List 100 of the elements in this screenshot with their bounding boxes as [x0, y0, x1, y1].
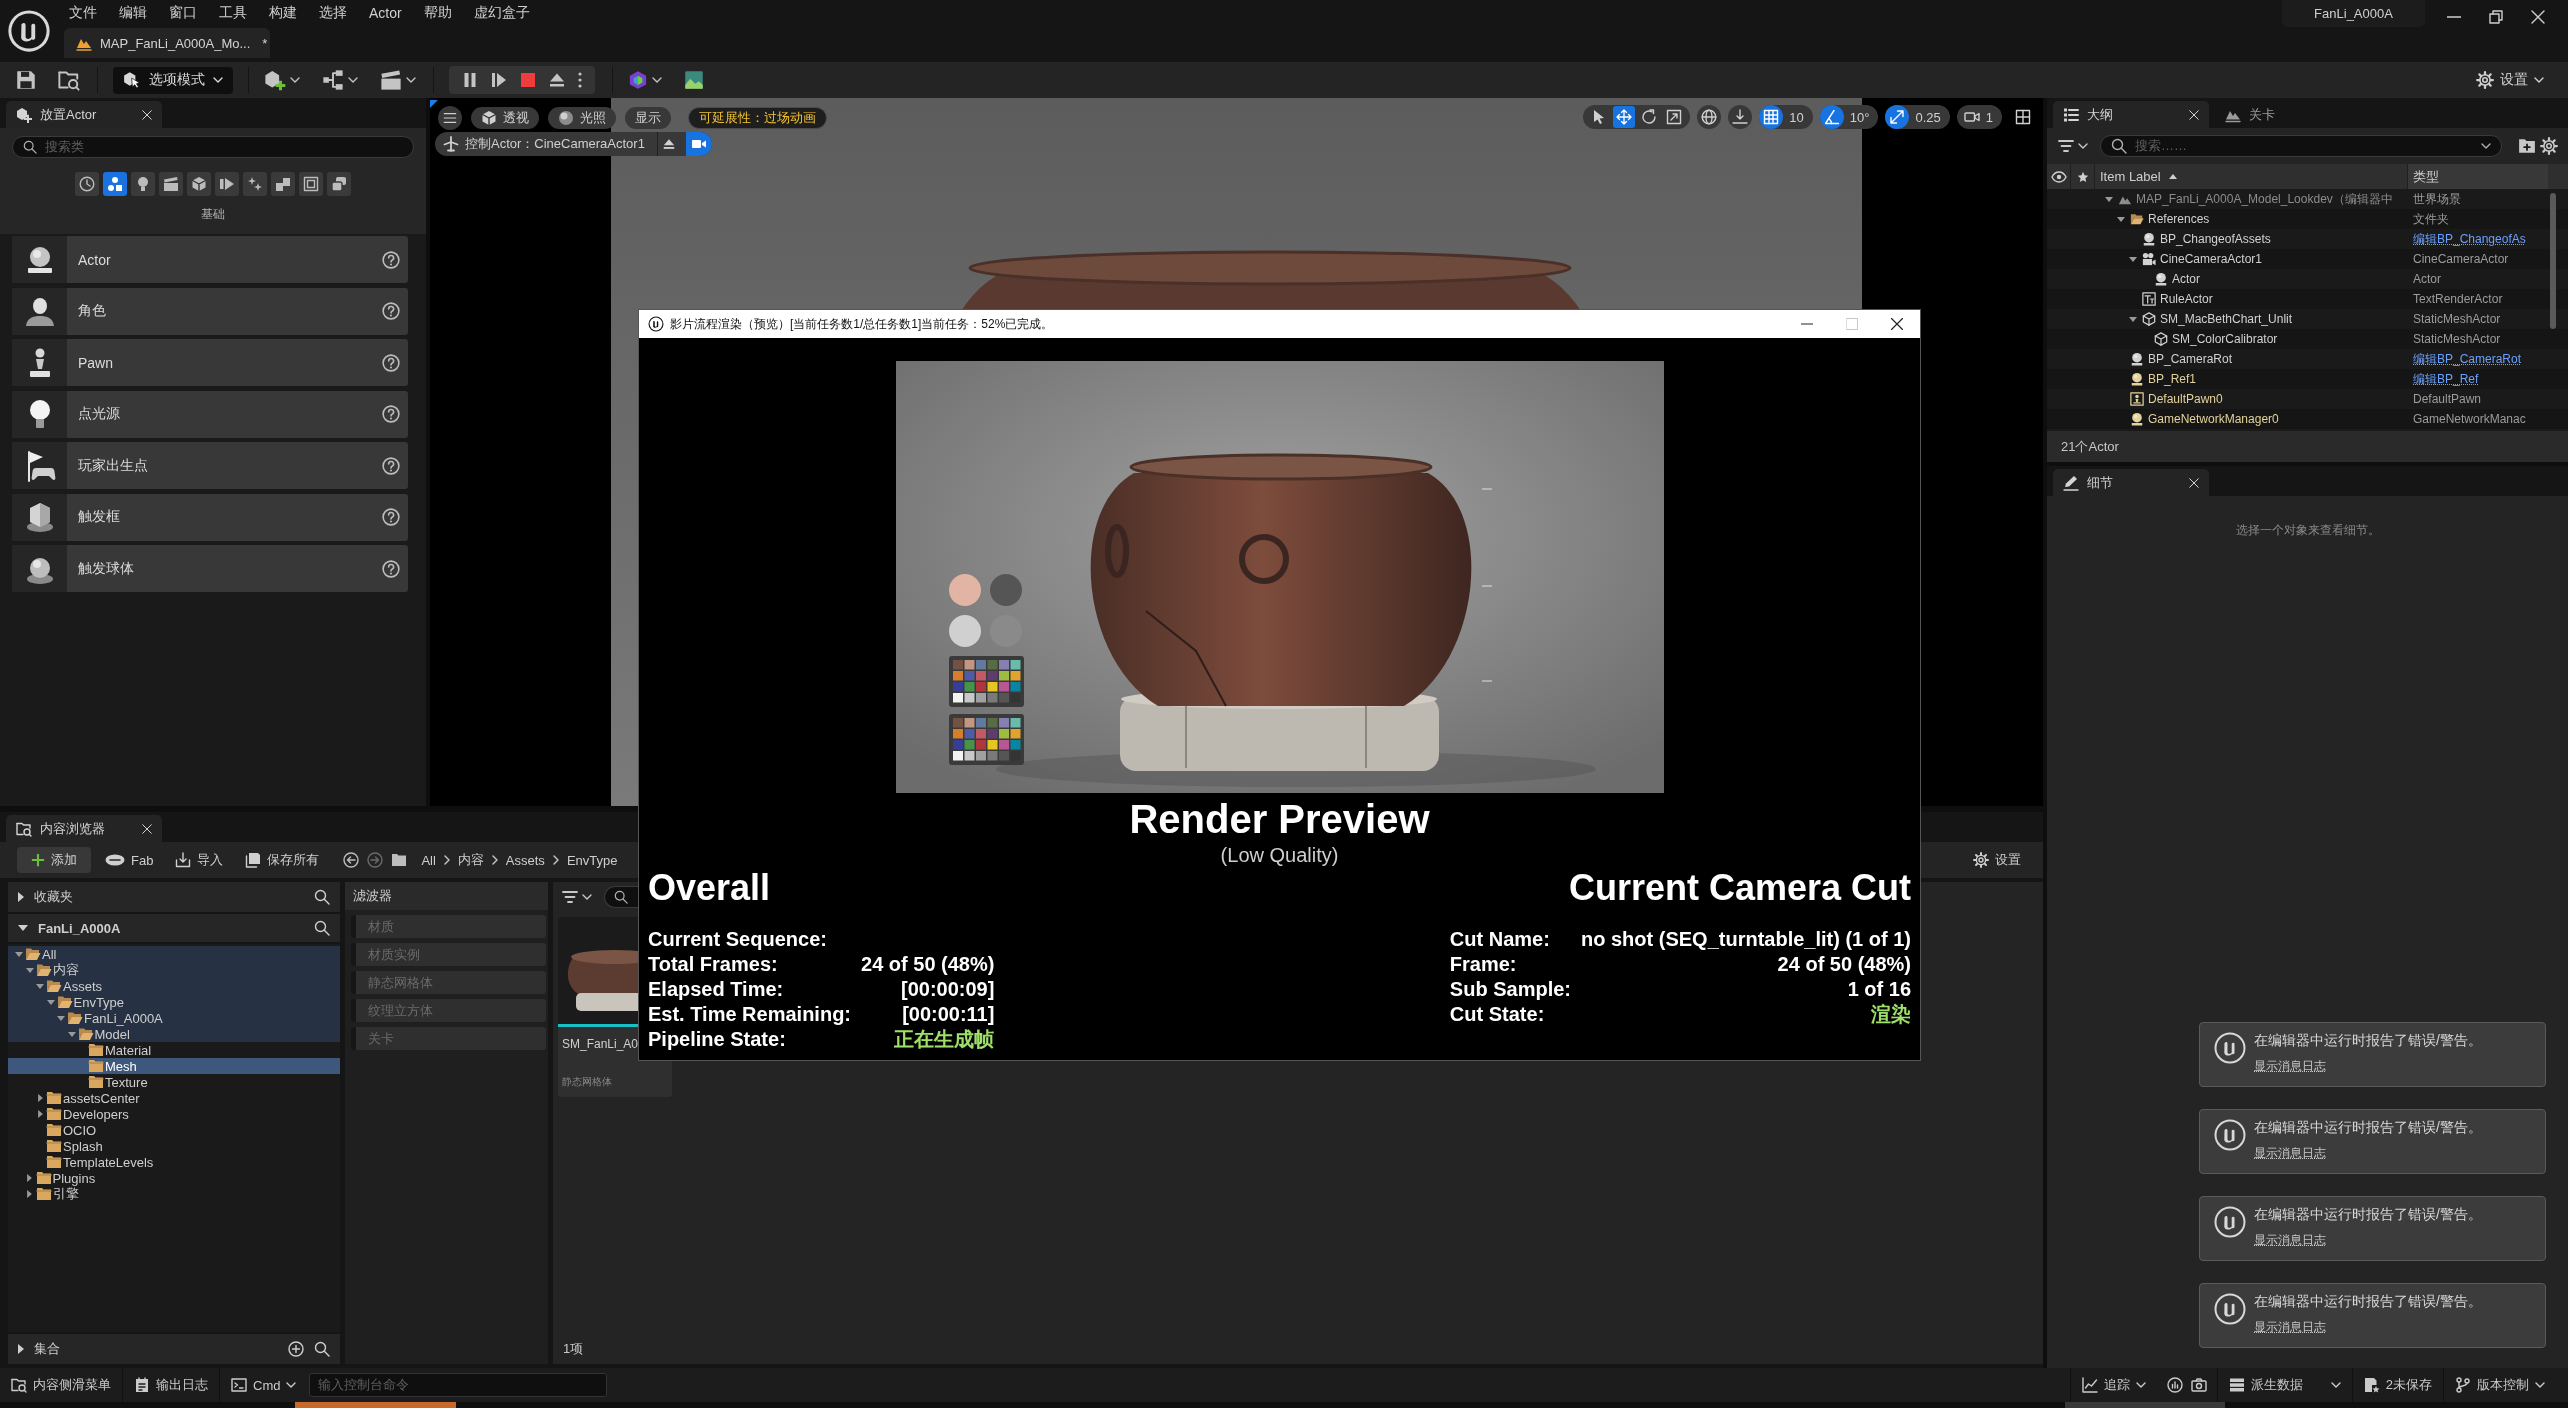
category-tab[interactable] — [187, 172, 211, 196]
menu-item[interactable]: 构建 — [258, 4, 308, 22]
lighting-button[interactable]: 光照 — [548, 107, 616, 129]
menu-item[interactable]: 文件 — [58, 4, 108, 22]
step-icon[interactable] — [491, 72, 507, 88]
disclosure-triangle-icon[interactable] — [27, 1174, 32, 1182]
panel-tab[interactable]: 关卡 — [2215, 101, 2285, 128]
menu-item[interactable]: 编辑 — [108, 4, 158, 22]
menu-item[interactable]: Actor — [358, 5, 413, 21]
folder-row[interactable]: assetsCenter — [8, 1090, 340, 1106]
filter-icon[interactable] — [2058, 138, 2074, 154]
angle-snap-button[interactable]: 10° — [1819, 105, 1879, 129]
folder-row[interactable]: All — [8, 946, 340, 962]
scale-arrows-snap-button[interactable]: 0.25 — [1885, 105, 1950, 129]
breadcrumb-link[interactable]: All — [413, 852, 444, 868]
help-icon[interactable] — [382, 559, 400, 578]
folder-row[interactable]: Assets — [8, 978, 340, 994]
bar-chart-icon[interactable] — [2166, 1377, 2183, 1393]
help-icon[interactable] — [382, 508, 400, 526]
disclosure-triangle-icon[interactable] — [46, 999, 55, 1005]
actor-list-item[interactable]: 角色 — [12, 287, 408, 335]
category-tab[interactable] — [243, 172, 267, 196]
help-icon[interactable] — [382, 353, 400, 372]
mode-dropdown[interactable]: 选项模式 — [113, 66, 233, 94]
message-log-link[interactable]: 显示消息日志 — [2254, 1319, 2326, 1336]
disclosure-triangle-icon[interactable] — [2105, 196, 2113, 202]
disclosure-triangle-icon[interactable] — [2117, 216, 2125, 222]
folder-icon[interactable] — [391, 852, 408, 868]
actor-list-item[interactable]: 玩家出生点 — [12, 442, 408, 489]
actor-list-item[interactable]: 点光源 — [12, 390, 408, 438]
search-field[interactable] — [604, 886, 638, 908]
category-tab[interactable] — [299, 172, 323, 196]
category-tab[interactable] — [271, 172, 295, 196]
disclosure-triangle-icon[interactable] — [57, 1015, 65, 1021]
actor-list-item[interactable]: Pawn — [12, 339, 408, 386]
clapperboard-icon[interactable] — [380, 69, 402, 91]
folder-row[interactable]: 内容 — [8, 962, 340, 978]
outliner-row[interactable]: GameNetworkManager0 GameNetworkManac — [2047, 409, 2568, 429]
command-button[interactable]: Cmd — [220, 1368, 308, 1402]
show-button[interactable]: 显示 — [625, 107, 671, 129]
edit-blueprint-link[interactable]: 编辑BP_ChangeofAs — [2413, 231, 2526, 246]
eject-icon[interactable] — [549, 72, 565, 88]
menu-item[interactable]: 工具 — [208, 4, 258, 22]
search-icon[interactable] — [314, 920, 330, 936]
caret-icon[interactable] — [582, 894, 592, 900]
help-icon[interactable] — [382, 250, 400, 269]
disclosure-triangle-icon[interactable] — [25, 967, 34, 973]
eye-icon[interactable] — [2050, 168, 2067, 185]
folder-row[interactable]: Splash — [8, 1138, 340, 1154]
folder-row[interactable]: EnvType — [8, 994, 340, 1010]
camera-view-button[interactable] — [685, 132, 712, 156]
fab-button[interactable]: Fab — [97, 847, 162, 873]
disclosure-triangle-icon[interactable] — [18, 1344, 24, 1354]
save-icon[interactable] — [16, 70, 36, 90]
landscape-icon[interactable] — [684, 70, 704, 90]
logo-icon[interactable] — [7, 9, 51, 53]
favorites-header[interactable]: 收藏夹 — [8, 882, 340, 912]
column-header[interactable]: 类型 — [2408, 164, 2548, 189]
outliner-row[interactable]: CineCameraActor1 CineCameraActor — [2047, 249, 2568, 269]
breadcrumb-link[interactable]: 内容 — [449, 851, 492, 869]
caret-icon[interactable] — [2078, 143, 2088, 149]
caret-icon[interactable] — [652, 77, 662, 83]
help-icon[interactable] — [382, 456, 400, 475]
caret-icon[interactable] — [290, 77, 300, 83]
caret-icon[interactable] — [2481, 143, 2491, 149]
caret-icon[interactable] — [348, 77, 358, 83]
panel-tab[interactable]: 大纲 — [2053, 101, 2209, 128]
camera-speed-button[interactable]: 1 — [1956, 105, 2002, 129]
folder-search-icon[interactable] — [58, 69, 80, 91]
collections-header[interactable]: 集合 — [8, 1334, 340, 1364]
disclosure-triangle-icon[interactable] — [15, 951, 23, 957]
blueprint-icon[interactable] — [322, 69, 344, 91]
folder-row[interactable]: TemplateLevels — [8, 1154, 340, 1170]
panel-tab[interactable]: 放置Actor — [6, 101, 162, 128]
grid-snap-button[interactable]: 10 — [1759, 105, 1813, 129]
folder-row[interactable]: Texture — [8, 1074, 340, 1090]
settings-button[interactable]: 设置 — [2476, 71, 2544, 89]
edit-blueprint-link[interactable]: 编辑BP_CameraRot — [2413, 351, 2522, 366]
settings-icon[interactable] — [2540, 137, 2558, 155]
breadcrumb-link[interactable]: EnvType — [558, 852, 626, 868]
menu-item[interactable]: 窗口 — [158, 4, 208, 22]
help-icon[interactable] — [382, 302, 400, 320]
settings-button[interactable]: 设置 — [1965, 847, 2029, 873]
message-log-link[interactable]: 显示消息日志 — [2254, 1145, 2326, 1162]
stop-icon[interactable] — [520, 72, 536, 88]
panel-tab[interactable]: 内容浏览器 — [6, 815, 162, 842]
view-mode-button[interactable]: 透视 — [471, 107, 539, 129]
category-tab[interactable] — [215, 172, 239, 196]
star-icon[interactable] — [2076, 170, 2089, 183]
pause-icon[interactable] — [462, 72, 478, 88]
category-tab[interactable] — [327, 172, 351, 196]
save-all-button[interactable]: 保存所有 — [237, 847, 328, 873]
hexagon-icon[interactable] — [628, 70, 648, 90]
filter-icon[interactable] — [562, 889, 578, 905]
search-icon[interactable] — [314, 1341, 330, 1357]
breadcrumb-link[interactable]: Assets — [497, 852, 553, 868]
project-header[interactable]: FanLi_A000A — [8, 914, 340, 942]
outliner-row[interactable]: BP_Ref1 编辑BP_Ref — [2047, 369, 2568, 389]
disclosure-triangle-icon[interactable] — [2129, 316, 2137, 322]
camera-icon[interactable] — [2190, 1377, 2207, 1393]
